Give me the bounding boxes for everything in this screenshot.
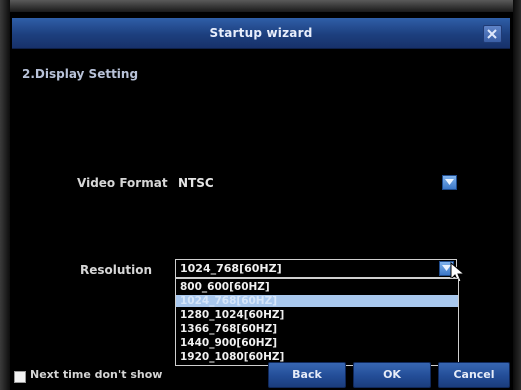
close-button[interactable] (483, 25, 502, 43)
video-format-value[interactable]: NTSC (178, 176, 214, 190)
video-format-label: Video Format (77, 176, 168, 190)
cancel-button[interactable]: Cancel (438, 362, 510, 388)
video-format-dropdown-button[interactable] (442, 175, 457, 190)
resolution-option-list[interactable]: 800_600[60HZ] 1024_768[60HZ] 1280_1024[6… (175, 278, 459, 366)
resolution-option[interactable]: 1280_1024[60HZ] (176, 309, 458, 321)
monitor-bezel-left (0, 0, 10, 390)
next-time-dont-show-label: Next time don't show (30, 368, 163, 381)
resolution-option-highlighted[interactable]: 1024_768[60HZ] (176, 295, 458, 307)
back-button[interactable]: Back (268, 362, 346, 388)
resolution-option[interactable]: 800_600[60HZ] (176, 281, 458, 293)
monitor-bezel-right (513, 0, 521, 390)
resolution-label: Resolution (80, 263, 153, 277)
wizard-title-bar: Startup wizard (12, 18, 510, 49)
resolution-option[interactable]: 1440_900[60HZ] (176, 337, 458, 349)
startup-wizard-screen: Startup wizard 2.Display Setting Video F… (0, 0, 521, 390)
resolution-select[interactable]: 1024_768[60HZ] (175, 259, 457, 278)
ok-button[interactable]: OK (353, 362, 431, 388)
next-time-dont-show-checkbox[interactable] (14, 371, 26, 383)
resolution-option[interactable]: 1366_768[60HZ] (176, 323, 458, 335)
monitor-bezel-top (0, 0, 521, 12)
resolution-selected-value: 1024_768[60HZ] (180, 262, 282, 275)
wizard-title: Startup wizard (209, 26, 313, 40)
close-icon (487, 29, 497, 39)
step-heading: 2.Display Setting (22, 67, 139, 81)
chevron-down-icon (445, 179, 454, 185)
